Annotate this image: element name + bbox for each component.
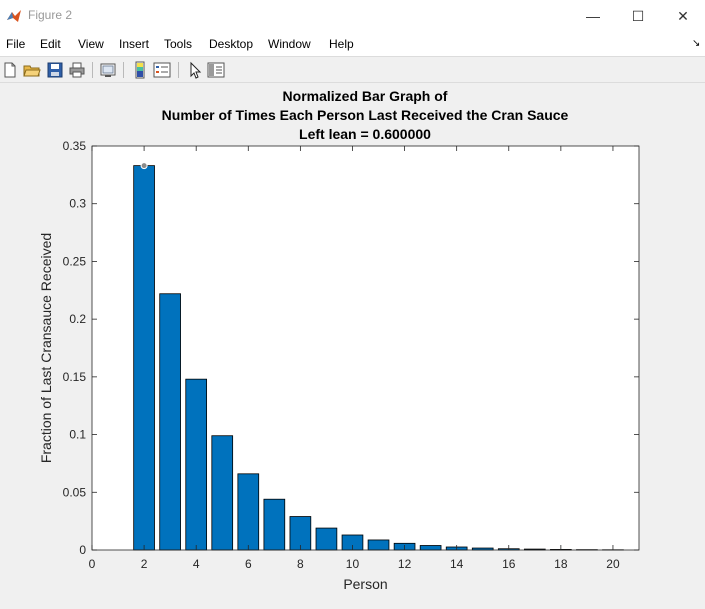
x-tick-label: 10 — [346, 557, 360, 571]
menu-insert[interactable]: Insert — [119, 37, 149, 51]
y-tick-label: 0.15 — [63, 370, 87, 384]
bar[interactable] — [367, 539, 390, 551]
x-tick-label: 8 — [297, 557, 304, 571]
y-axis-label: Fraction of Last Cransauce Received — [38, 233, 54, 463]
bar[interactable] — [237, 473, 260, 551]
bar[interactable] — [315, 527, 338, 551]
folder-open-icon[interactable] — [23, 61, 41, 79]
menu-window[interactable]: Window — [268, 37, 311, 51]
y-tick-label: 0.05 — [63, 485, 87, 499]
toolbar-separator — [123, 62, 124, 78]
menu-view[interactable]: View — [78, 37, 104, 51]
x-tick-label: 18 — [554, 557, 568, 571]
window-title: Figure 2 — [28, 8, 73, 22]
bar[interactable] — [289, 516, 312, 551]
matlab-app-icon — [6, 8, 22, 24]
bar[interactable] — [263, 498, 286, 551]
colorbar-icon[interactable] — [131, 61, 149, 79]
maximize-button[interactable]: ☐ — [615, 0, 661, 32]
bar-chart[interactable]: Normalized Bar Graph of Number of Times E… — [0, 83, 705, 609]
bar[interactable] — [185, 378, 208, 551]
x-tick-label: 14 — [450, 557, 464, 571]
y-tick-label: 0.35 — [63, 139, 87, 153]
menu-tools[interactable]: Tools — [164, 37, 192, 51]
y-tick-label: 0.3 — [69, 197, 86, 211]
figure-toolbar — [0, 56, 705, 83]
x-tick-label: 6 — [245, 557, 252, 571]
cursor-arrow-icon[interactable] — [186, 61, 204, 79]
x-tick-label: 0 — [89, 557, 96, 571]
link-plot-icon[interactable] — [99, 61, 117, 79]
x-tick-label: 20 — [606, 557, 620, 571]
legend-icon[interactable] — [153, 61, 171, 79]
bar[interactable] — [159, 293, 181, 551]
chart-title-line: Normalized Bar Graph of — [283, 88, 448, 104]
bar[interactable] — [133, 165, 155, 551]
figure-canvas[interactable]: Normalized Bar Graph of Number of Times E… — [0, 83, 705, 609]
x-axis-label: Person — [343, 576, 387, 592]
new-file-icon[interactable] — [1, 61, 19, 79]
chart-title-line: Number of Times Each Person Last Receive… — [162, 107, 569, 123]
toolbar-separator — [178, 62, 179, 78]
dock-arrow-icon[interactable]: ↘ — [692, 38, 700, 49]
minimize-button[interactable]: — — [570, 0, 616, 32]
menu-desktop[interactable]: Desktop — [209, 37, 253, 51]
printer-icon[interactable] — [68, 61, 86, 79]
close-button[interactable]: ✕ — [660, 0, 705, 32]
y-tick-label: 0.25 — [63, 254, 87, 268]
menu-help[interactable]: Help — [329, 37, 354, 51]
close-icon: ✕ — [677, 7, 689, 24]
toolbar-separator — [92, 62, 93, 78]
window-titlebar[interactable]: Figure 2 — ☐ ✕ — [0, 0, 705, 32]
bar[interactable] — [211, 435, 234, 551]
property-panel-icon[interactable] — [207, 61, 225, 79]
maximize-icon: ☐ — [631, 7, 645, 24]
chart-title-line: Left lean = 0.600000 — [299, 126, 431, 142]
x-tick-label: 4 — [193, 557, 200, 571]
save-disk-icon[interactable] — [46, 61, 64, 79]
menu-bar: File Edit View Insert Tools Desktop Wind… — [0, 32, 705, 56]
menu-file[interactable]: File — [6, 37, 25, 51]
x-tick-label: 16 — [502, 557, 516, 571]
x-tick-label: 2 — [141, 557, 148, 571]
y-tick-label: 0.2 — [69, 312, 86, 326]
menu-edit[interactable]: Edit — [40, 37, 61, 51]
y-tick-label: 0.1 — [69, 428, 86, 442]
x-tick-label: 12 — [398, 557, 412, 571]
bar[interactable] — [419, 545, 442, 551]
y-tick-label: 0 — [79, 543, 86, 557]
datatip-marker[interactable] — [140, 162, 148, 170]
minimize-icon: — — [586, 8, 600, 24]
